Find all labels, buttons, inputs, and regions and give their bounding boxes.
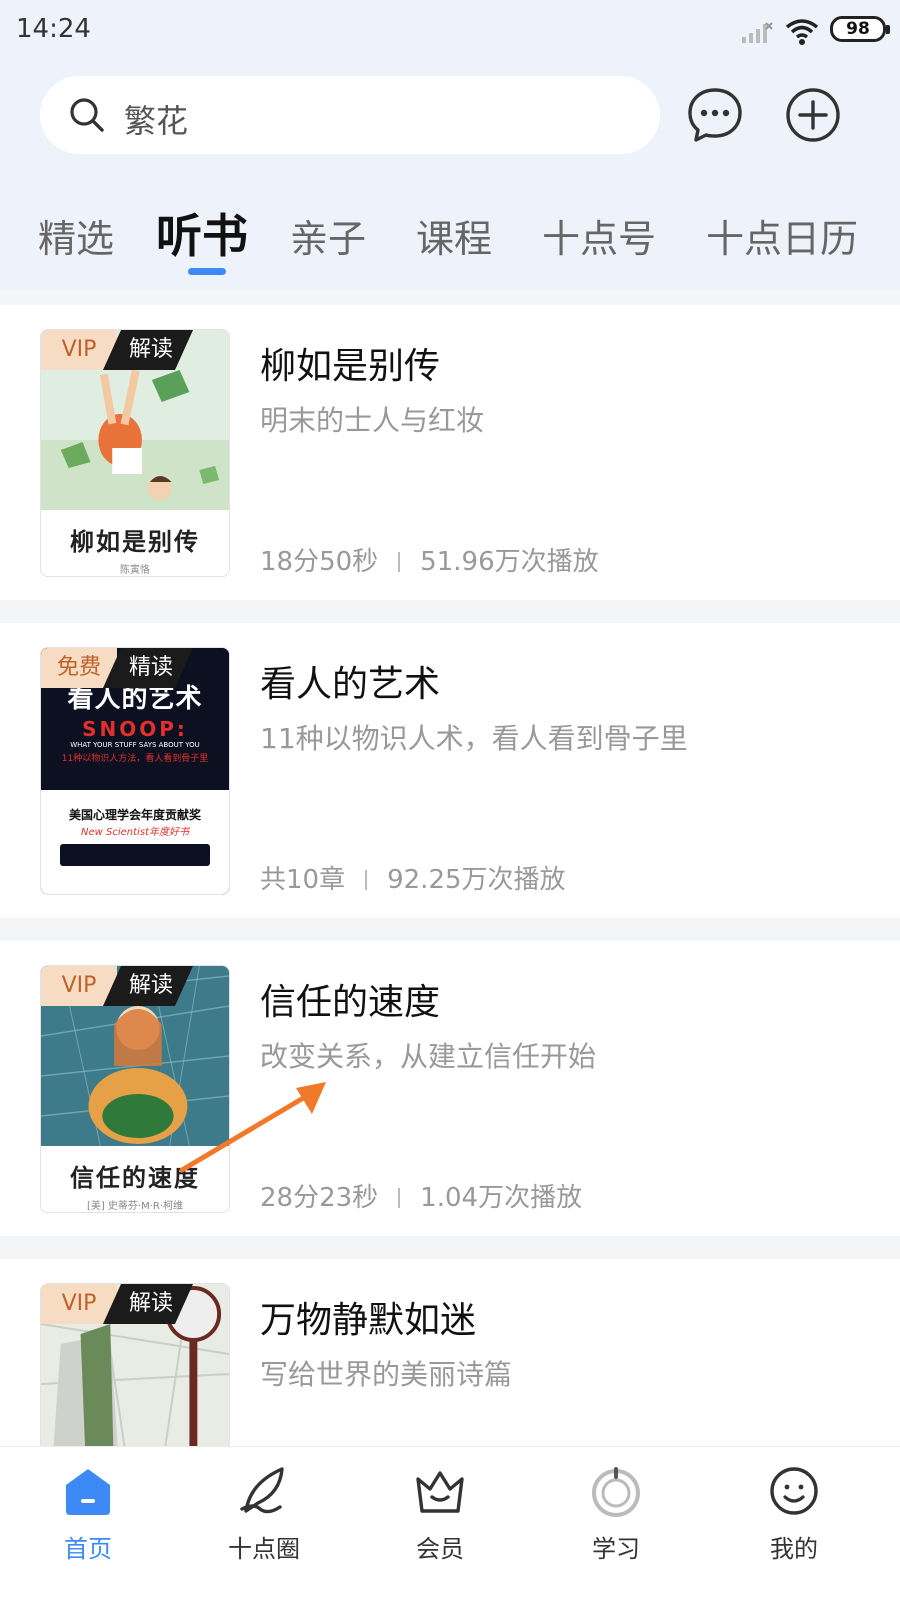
book-cover: 看人的艺术 SNOOP: WHAT YOUR STUFF SAYS ABOUT …: [40, 647, 230, 895]
tab-parenting[interactable]: 亲子: [290, 208, 366, 263]
active-tab-indicator: [188, 268, 226, 275]
book-title: 看人的艺术: [260, 664, 441, 705]
free-badge: 免费: [41, 648, 117, 688]
cover-caption: 信任的速度 [美] 史蒂芬·M·R·柯维: [41, 1146, 229, 1212]
nav-home-label: 首页: [64, 1535, 112, 1563]
book-meta: 28分23秒 1.04万次播放: [260, 1177, 582, 1214]
nav-study-label: 学习: [592, 1535, 640, 1563]
nav-circle[interactable]: 十点圈: [204, 1463, 324, 1583]
signal-icon: [742, 22, 773, 43]
meta-divider: [398, 552, 401, 572]
vip-badge: VIP: [41, 1284, 117, 1324]
cover-light-panel: 美国心理学会年度贡献奖 New Scientist年度好书: [41, 790, 229, 894]
cover-snoop: SNOOP:: [82, 717, 188, 741]
nav-profile[interactable]: 我的: [734, 1463, 854, 1583]
book-subtitle: 写给世界的美丽诗篇: [260, 1358, 513, 1391]
book-title: 信任的速度: [260, 982, 441, 1023]
cover-english: WHAT YOUR STUFF SAYS ABOUT YOU: [70, 741, 200, 749]
tab-shidian-calendar[interactable]: 十点日历: [706, 208, 858, 263]
book-meta: 共10章 92.25万次播放: [260, 859, 566, 896]
category-tabs: 精选 听书 亲子 课程 十点号 十点日历: [0, 200, 900, 280]
book-title: 柳如是别传: [260, 346, 441, 387]
study-icon: [592, 1467, 640, 1517]
book-plays: 92.25万次播放: [387, 865, 566, 895]
crown-icon: [416, 1471, 464, 1513]
cover-title: 信任的速度: [70, 1163, 200, 1192]
book-subtitle: 11种以物识人术，看人看到骨子里: [260, 722, 688, 755]
feather-icon: [240, 1467, 284, 1514]
book-subtitle: 明末的士人与红妆: [260, 404, 485, 437]
book-title: 万物静默如迷: [260, 1300, 477, 1341]
cover-title: 柳如是别传: [70, 527, 200, 556]
book-card[interactable]: VIP 解读 万物静默如迷 写给世界的美丽诗篇: [0, 1259, 900, 1483]
plus-circle-icon[interactable]: [784, 86, 842, 144]
wifi-icon: [785, 19, 819, 45]
tab-shidian-account[interactable]: 十点号: [542, 208, 656, 263]
profile-icon: [770, 1467, 818, 1515]
tab-courses[interactable]: 课程: [416, 208, 492, 263]
vip-badge: VIP: [41, 330, 117, 370]
bottom-nav: 首页 十点圈 会员 学习 我的: [0, 1446, 900, 1600]
book-plays: 1.04万次播放: [420, 1183, 583, 1213]
cover-tagline: 11种以物识人方法，看人看到骨子里: [61, 754, 209, 764]
top-header: 14:24 98 繁花 精选 听书 亲子 课程 十点号 十点日历: [0, 0, 900, 290]
status-bar: 14:24 98: [0, 0, 900, 62]
home-icon: [66, 1469, 110, 1515]
book-card[interactable]: 柳如是别传 陈寅恪 VIP 解读 柳如是别传 明末的士人与红妆 18分50秒 51…: [0, 305, 900, 600]
nav-home[interactable]: 首页: [28, 1463, 148, 1583]
book-plays: 51.96万次播放: [420, 547, 599, 577]
cover-award: 美国心理学会年度贡献奖: [68, 808, 201, 822]
cover-award-2: New Scientist年度好书: [81, 827, 189, 838]
book-chapters: 共10章: [260, 865, 346, 895]
chat-bubble-icon[interactable]: [686, 86, 744, 144]
book-cover: 信任的速度 [美] 史蒂芬·M·R·柯维 VIP 解读: [40, 965, 230, 1213]
book-meta: 18分50秒 51.96万次播放: [260, 541, 599, 578]
cover-band: [60, 844, 210, 866]
nav-study[interactable]: 学习: [556, 1463, 676, 1583]
nav-circle-label: 十点圈: [228, 1535, 300, 1563]
tab-audiobook[interactable]: 听书: [156, 200, 248, 266]
search-input[interactable]: 繁花: [124, 96, 188, 142]
book-cover: 柳如是别传 陈寅恪 VIP 解读: [40, 329, 230, 577]
cover-author: [美] 史蒂芬·M·R·柯维: [86, 1201, 184, 1212]
nav-membership-label: 会员: [416, 1535, 464, 1563]
nav-membership[interactable]: 会员: [380, 1463, 500, 1583]
book-duration: 18分50秒: [260, 547, 379, 577]
meta-divider: [398, 1188, 401, 1208]
book-card[interactable]: 看人的艺术 SNOOP: WHAT YOUR STUFF SAYS ABOUT …: [0, 623, 900, 918]
search-icon: [70, 98, 104, 132]
battery-indicator: 98: [830, 16, 890, 42]
tab-selected[interactable]: 精选: [38, 208, 114, 263]
meta-divider: [365, 870, 368, 890]
status-time: 14:24: [16, 14, 91, 44]
book-subtitle: 改变关系，从建立信任开始: [260, 1040, 597, 1073]
cover-caption: 柳如是别传 陈寅恪: [41, 510, 229, 576]
search-bar[interactable]: 繁花: [40, 76, 660, 154]
nav-profile-label: 我的: [770, 1535, 818, 1563]
vip-badge: VIP: [41, 966, 117, 1006]
book-duration: 28分23秒: [260, 1183, 379, 1213]
cover-author: 陈寅恪: [120, 565, 150, 576]
book-card[interactable]: 信任的速度 [美] 史蒂芬·M·R·柯维 VIP 解读 信任的速度 改变关系，从…: [0, 941, 900, 1236]
